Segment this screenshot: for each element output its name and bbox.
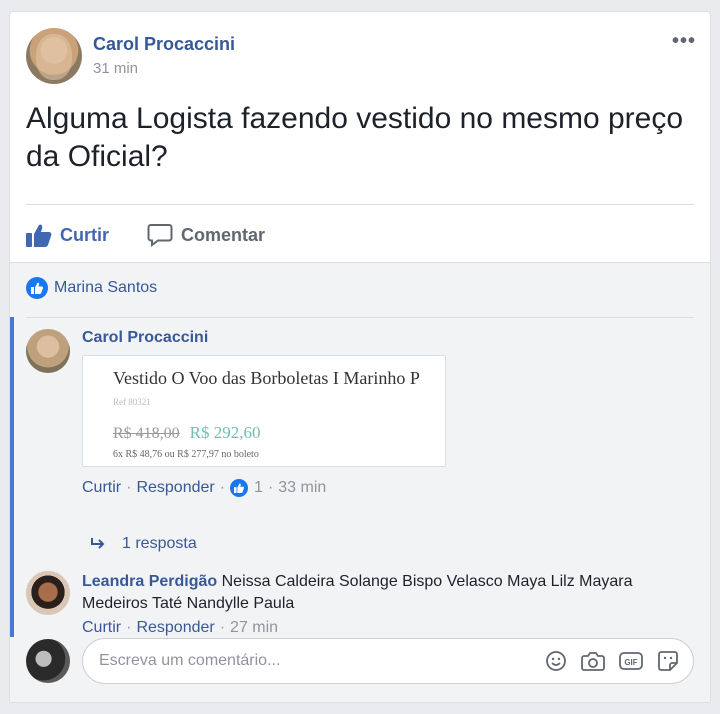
post-header: Carol Procaccini 31 min xyxy=(26,28,235,84)
like-label: Curtir xyxy=(60,224,109,245)
comment-reply-link[interactable]: Responder xyxy=(136,619,214,637)
comment-bubble-icon xyxy=(147,223,173,247)
comment-reply-link[interactable]: Responder xyxy=(136,479,214,497)
like-reaction-icon xyxy=(26,277,48,299)
comment-input[interactable] xyxy=(99,652,531,670)
like-reaction-icon[interactable] xyxy=(230,479,249,497)
thumbs-up-icon xyxy=(26,223,52,247)
author-avatar[interactable] xyxy=(26,28,82,84)
comment-button[interactable]: Comentar xyxy=(147,223,265,247)
svg-text:GIF: GIF xyxy=(624,658,637,667)
replies-label: 1 resposta xyxy=(122,535,197,552)
thread-line xyxy=(10,567,14,637)
product-title: Vestido O Voo das Borboletas I Marinho P xyxy=(113,368,420,388)
comment-time[interactable]: 27 min xyxy=(230,619,278,637)
reply-arrow-icon xyxy=(90,537,106,551)
view-replies-link[interactable]: 1 resposta xyxy=(90,535,197,553)
like-button[interactable]: Curtir xyxy=(26,223,109,247)
comment-like-link[interactable]: Curtir xyxy=(82,619,121,637)
comment-composer: GIF xyxy=(26,638,694,684)
comment-like-link[interactable]: Curtir xyxy=(82,479,121,497)
sticker-icon[interactable] xyxy=(657,650,679,672)
post-actions: Curtir Comentar xyxy=(26,215,303,255)
post-text: Alguma Logista fazendo vestido no mesmo … xyxy=(26,102,684,173)
divider xyxy=(26,317,694,318)
camera-icon[interactable] xyxy=(581,650,605,672)
gif-icon[interactable]: GIF xyxy=(619,651,643,671)
more-horizontal-icon[interactable]: ••• xyxy=(672,30,696,53)
emoji-icon[interactable] xyxy=(545,650,567,672)
comments-section: Marina Santos Carol Procaccini Vestido O… xyxy=(10,262,710,702)
reaction-count[interactable]: 1 xyxy=(254,479,263,497)
old-price: R$ 418,00 xyxy=(113,425,180,442)
divider xyxy=(26,204,694,205)
comment-meta: Curtir · Responder · 27 min xyxy=(82,619,279,637)
comment-box[interactable]: GIF xyxy=(82,638,694,684)
installments-text: 6x R$ 48,76 ou R$ 277,97 no boleto xyxy=(113,449,259,460)
comment-meta: Curtir · Responder · 1 · 33 min xyxy=(82,479,327,497)
thread-line xyxy=(10,317,14,567)
product-ref: Ref 80321 xyxy=(113,397,151,407)
current-user-avatar xyxy=(26,639,70,683)
commenter-avatar[interactable] xyxy=(26,571,70,615)
comment-author[interactable]: Carol Procaccini xyxy=(82,329,446,347)
commenter-avatar[interactable] xyxy=(26,329,70,373)
post-timestamp[interactable]: 31 min xyxy=(93,59,235,79)
comment-time[interactable]: 33 min xyxy=(278,479,326,497)
post-card: Carol Procaccini 31 min ••• Alguma Logis… xyxy=(9,11,711,703)
post-author-name[interactable]: Carol Procaccini xyxy=(93,33,235,55)
product-attachment[interactable]: Vestido O Voo das Borboletas I Marinho P… xyxy=(82,355,446,467)
likers-row[interactable]: Marina Santos xyxy=(26,277,157,299)
comment-label: Comentar xyxy=(181,224,266,245)
comment-author[interactable]: Leandra Perdigão xyxy=(82,573,217,590)
new-price: R$ 292,60 xyxy=(189,423,261,442)
liker-name: Marina Santos xyxy=(54,279,158,296)
